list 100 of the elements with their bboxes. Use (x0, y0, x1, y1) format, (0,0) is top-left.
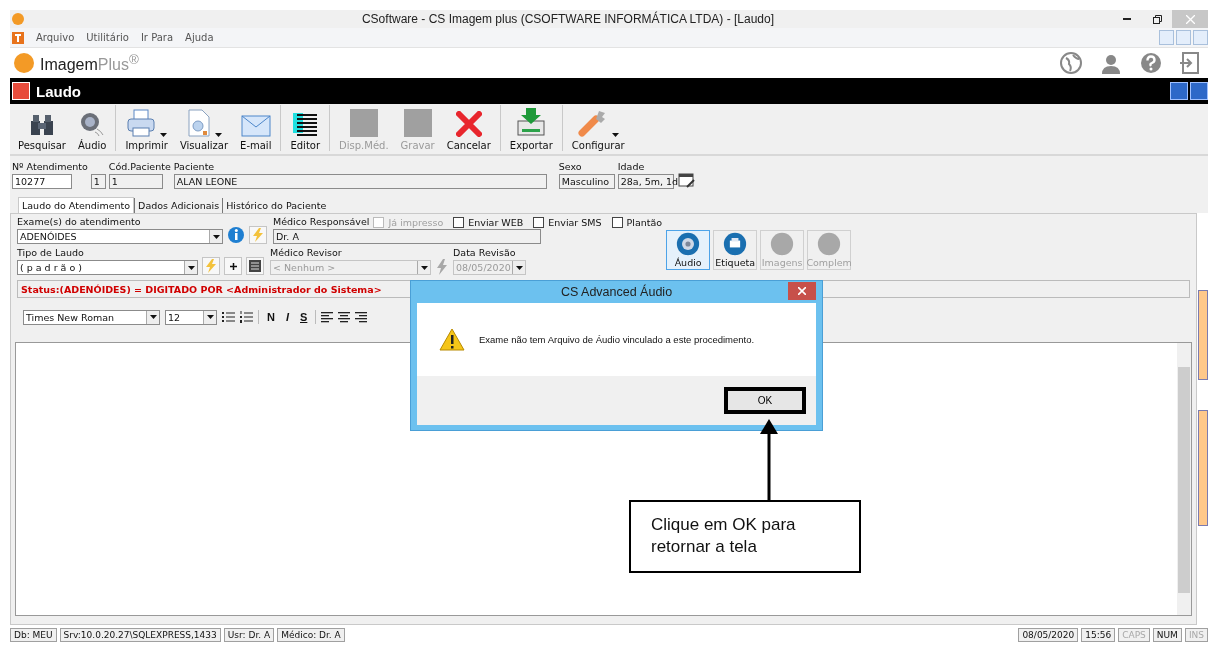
toolbar-button[interactable]: Configurar (565, 105, 631, 151)
caret-icon (160, 133, 168, 137)
menu-item[interactable]: Ir Para (140, 32, 174, 43)
help-button[interactable] (1190, 82, 1208, 100)
close-button[interactable] (788, 282, 816, 300)
status-cell: INS (1184, 628, 1208, 642)
dialog-title: CS Advanced Áudio (560, 285, 673, 299)
module-icon (12, 82, 30, 100)
caret-icon (611, 133, 619, 137)
menu-item[interactable]: Arquivo (36, 32, 75, 43)
ok-button[interactable]: OK (724, 387, 806, 414)
report-type-dropdown[interactable]: ( p a d r ã o ) (17, 260, 198, 275)
help-icon[interactable] (1140, 52, 1162, 74)
text-field[interactable]: Masculino (558, 174, 615, 189)
font-dropdown[interactable]: Times New Roman (23, 309, 160, 325)
status-cell: Usr: Dr. A (223, 628, 275, 642)
status-cell: Médico: Dr. A (277, 628, 345, 642)
cross-icon (455, 111, 482, 137)
text-field[interactable]: Dr. A (273, 229, 541, 244)
exit-icon[interactable] (1180, 52, 1200, 74)
side-tab[interactable] (1198, 410, 1208, 526)
field-label: Nº Atendimento (12, 161, 88, 173)
exam-dropdown[interactable]: ADENÓIDES (17, 229, 223, 244)
field-label: Tipo de Laudo (17, 247, 85, 259)
field-label: Data Revisão (453, 247, 517, 259)
format-button[interactable]: S (297, 311, 311, 323)
field-label: Sexo (558, 161, 583, 173)
list-button[interactable] (246, 257, 264, 275)
envelope-icon (240, 115, 271, 137)
app-menu-icon[interactable] (12, 31, 24, 44)
close-icon (798, 287, 806, 295)
logo-text: ImagemPlus$^{®}$ (40, 51, 139, 75)
menu-item[interactable]: Ajuda (185, 32, 214, 43)
dialog-message: Exame não tem Arquivo de Áudio vinculado a este procedimento. (479, 334, 755, 345)
lightning-icon[interactable] (435, 259, 449, 275)
side-tab[interactable] (1198, 290, 1208, 380)
caret-icon (212, 234, 220, 239)
logo-icon (14, 53, 34, 73)
app-logo-icon (12, 13, 24, 25)
caret-icon (206, 315, 214, 319)
format-button[interactable]: N (264, 311, 278, 323)
plus-icon (229, 262, 237, 270)
toolbar-button[interactable]: Exportar (503, 105, 563, 151)
text-field[interactable]: ALAN LEONE (173, 174, 547, 189)
checkbox[interactable]: Plantão (611, 216, 663, 228)
field-label: Cód.Paciente (108, 161, 171, 173)
side-button[interactable]: Etiqueta (713, 230, 758, 270)
toolbar-button[interactable]: Pesquisar (12, 105, 72, 151)
plus-button[interactable] (224, 257, 242, 275)
toolbar-button[interactable]: Visualizar (173, 105, 235, 151)
toolbar-button[interactable]: Imprimir (119, 105, 174, 151)
format-button[interactable]: I (282, 311, 292, 323)
status-cell: Db: MEU (10, 628, 57, 642)
document-icon (186, 109, 211, 137)
toolbar-button[interactable]: Editor (284, 105, 331, 151)
font-size-dropdown[interactable]: 12 (165, 309, 217, 325)
close-icon (1185, 14, 1195, 24)
caret-icon (515, 265, 523, 270)
status-cell: 15:56 (1081, 628, 1116, 642)
field-label: Exame(s) do atendimento (17, 216, 142, 228)
export-icon (516, 107, 547, 137)
calendar-edit-icon[interactable] (676, 172, 697, 190)
printer-icon (126, 109, 157, 137)
caret-icon (420, 265, 428, 270)
checkbox[interactable]: Enviar SMS (533, 216, 602, 228)
align-left-icon[interactable] (321, 311, 334, 323)
caret-icon (214, 133, 222, 137)
status-cell: CAPS (1118, 628, 1150, 642)
info-button[interactable] (1170, 82, 1188, 100)
tab[interactable]: Laudo do Atendimento (18, 197, 135, 213)
field-label: Médico Responsável (273, 216, 370, 228)
checkbox[interactable]: Enviar WEB (453, 216, 524, 228)
toolbar-button[interactable]: E-mail (234, 105, 282, 151)
globe-icon[interactable] (1060, 52, 1082, 74)
status-cell: NUM (1152, 628, 1182, 642)
text-field[interactable]: 1 (90, 174, 106, 189)
text-field[interactable]: 1 (108, 174, 163, 189)
callout-note: Clique em OK para retornar a tela (629, 500, 861, 573)
status-cell: 08/05/2020 (1018, 628, 1079, 642)
text-field[interactable]: 10277 (12, 174, 72, 189)
window-title: CSoftware - CS Imagem plus (CSOFTWARE INFORMÁTICA LTDA) - [Laudo] (360, 12, 776, 26)
bullet-list-icon[interactable] (222, 311, 235, 323)
field-label: Idade (617, 161, 646, 173)
module-title: Laudo (36, 82, 81, 100)
toolbar-button[interactable]: Cancelar (440, 105, 501, 151)
caret-icon (187, 265, 195, 270)
side-button[interactable]: Áudio (666, 230, 711, 270)
minimize-icon (1123, 18, 1131, 20)
menu-item[interactable]: Utilitário (86, 32, 129, 43)
field-label: Paciente (173, 161, 216, 173)
square-icon (403, 109, 432, 137)
info-icon[interactable] (227, 226, 245, 244)
align-center-icon[interactable] (338, 311, 351, 323)
warning-icon (439, 328, 465, 351)
toolbar-button[interactable]: Áudio (71, 105, 117, 151)
caret-icon (149, 315, 157, 319)
field-label: Médico Revisor (270, 247, 343, 259)
numbered-list-icon[interactable] (240, 311, 253, 323)
scrollbar[interactable] (1177, 343, 1191, 615)
align-right-icon[interactable] (355, 311, 368, 323)
